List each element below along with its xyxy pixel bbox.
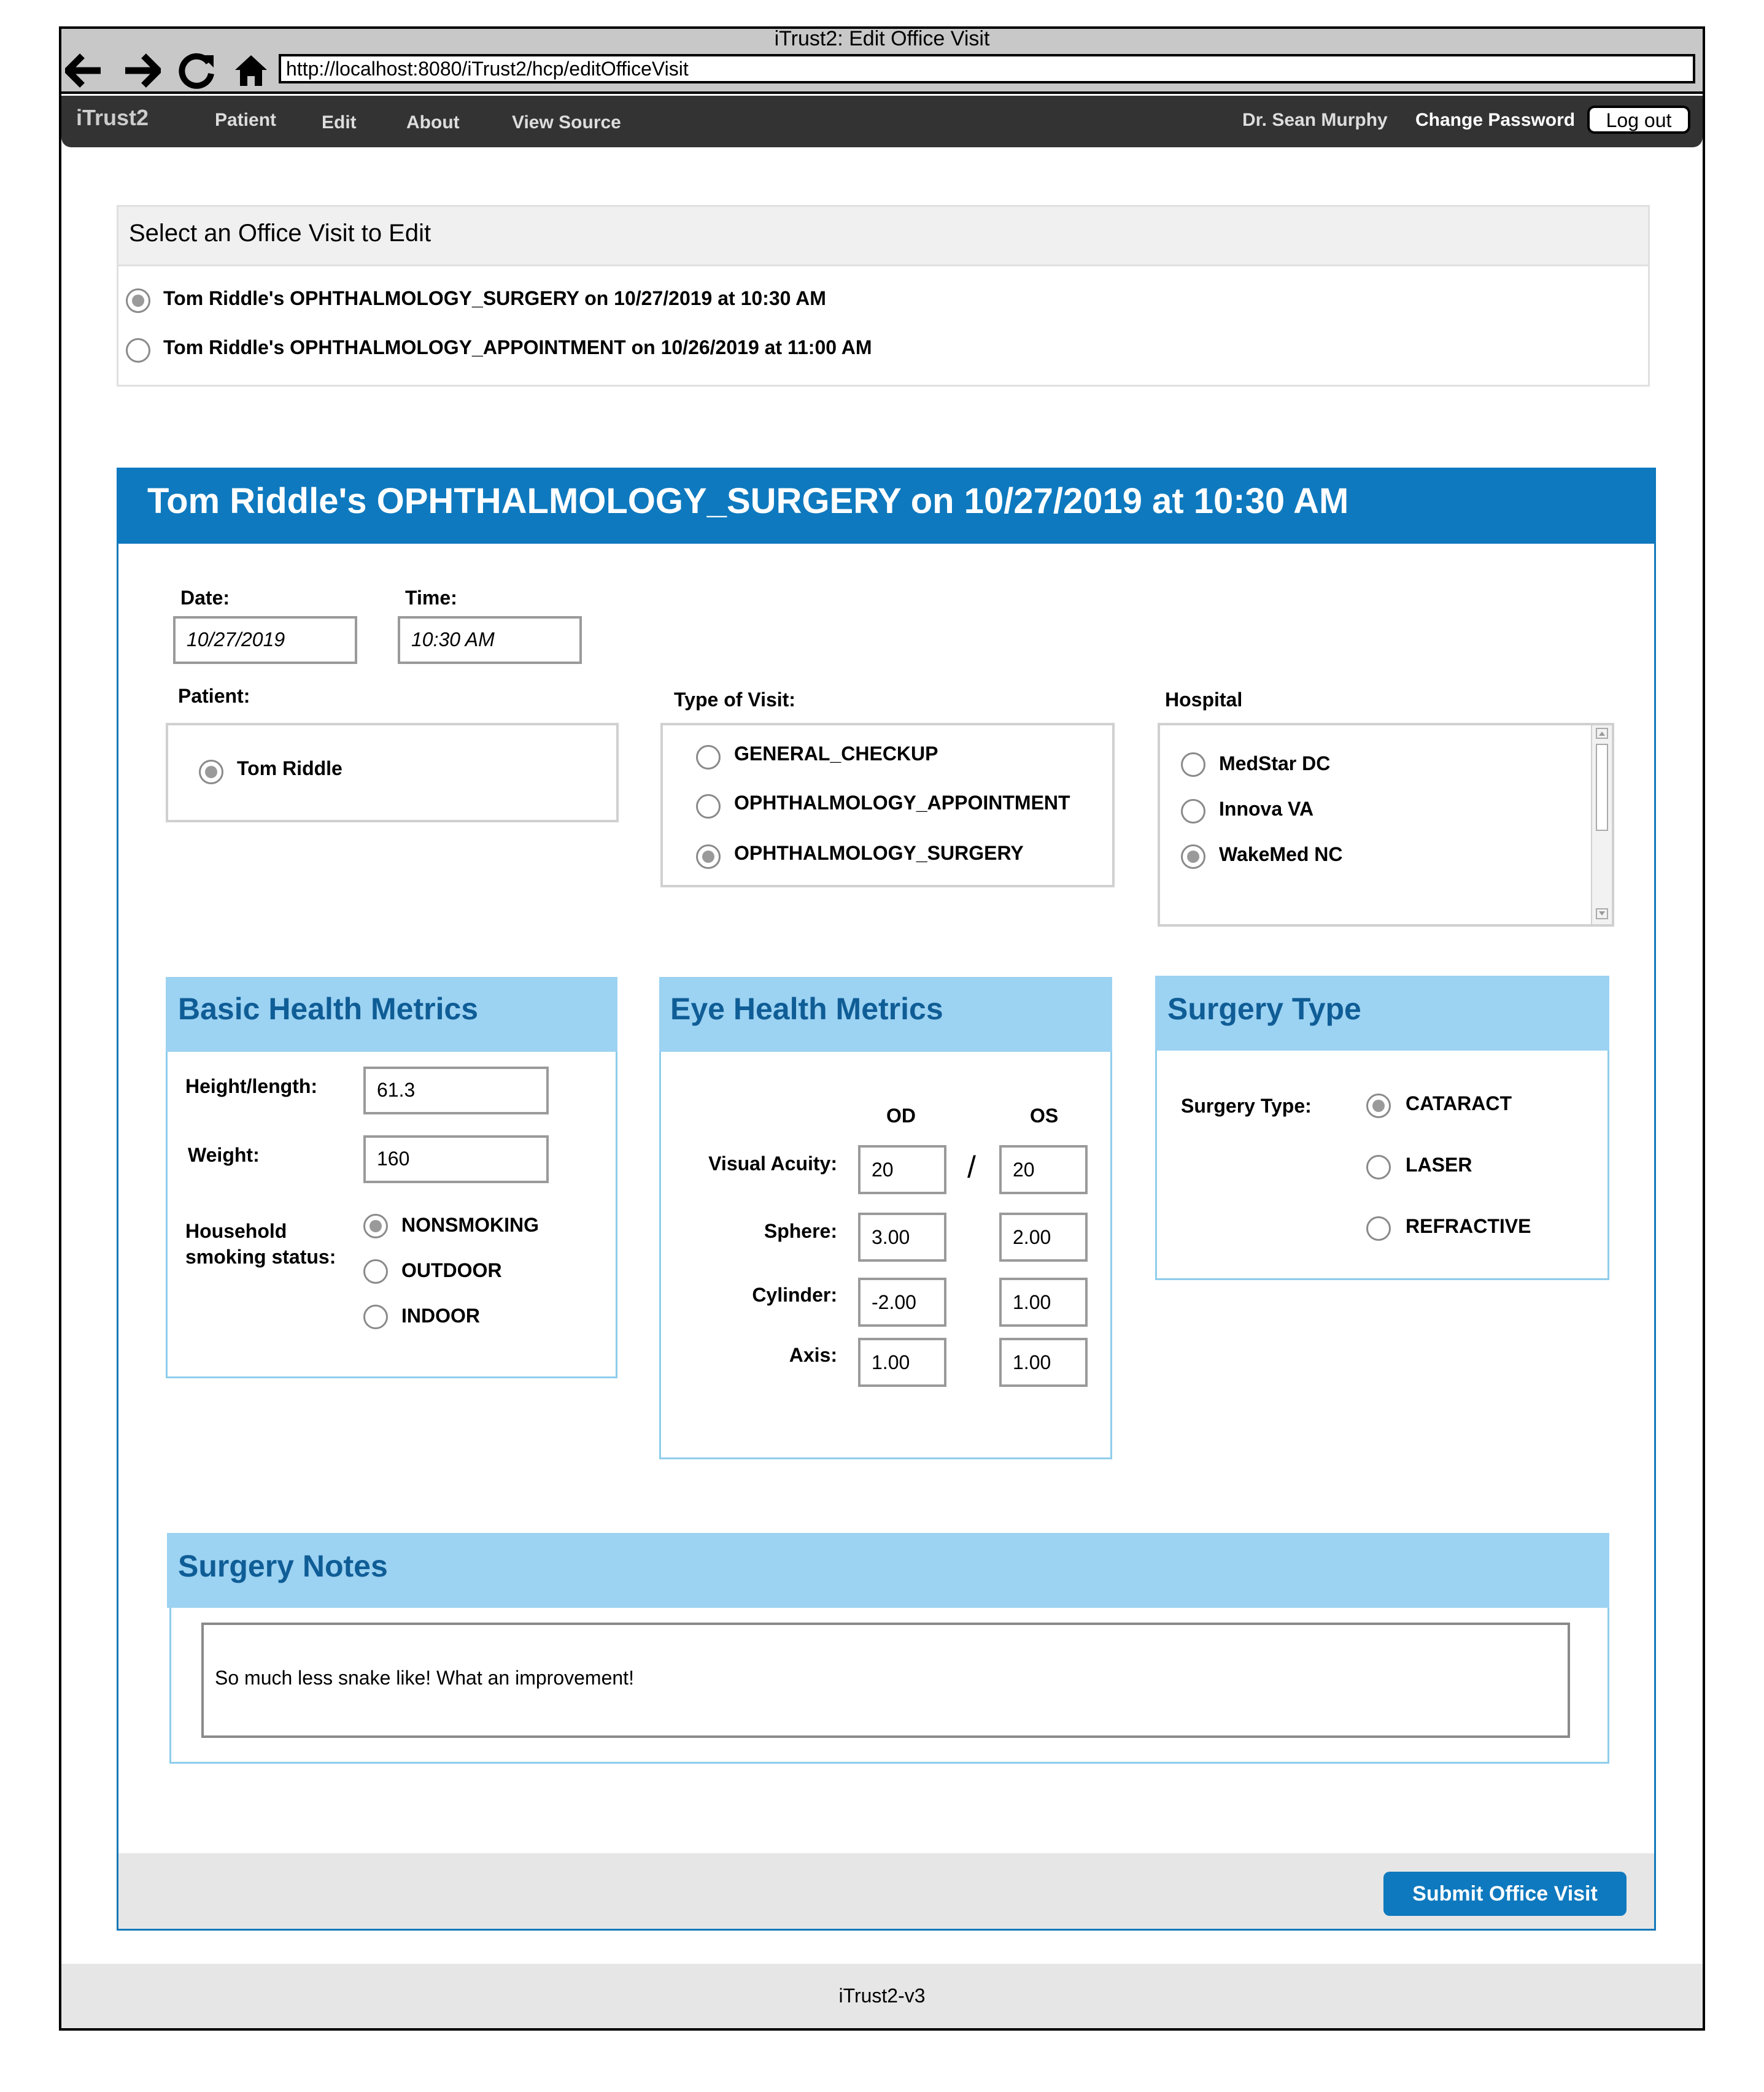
nav-item-edit[interactable]: Edit: [322, 110, 357, 135]
sphere-os-input[interactable]: 2.00: [999, 1213, 1088, 1262]
surgery-option-label[interactable]: CATARACT: [1406, 1091, 1512, 1116]
surgery-type-label: Surgery Type:: [1181, 1095, 1312, 1117]
surgery-radio-laser[interactable]: [1366, 1155, 1391, 1179]
nav-item-about[interactable]: About: [406, 110, 460, 135]
surgery-option-label[interactable]: LASER: [1406, 1152, 1472, 1177]
surgery-radio-cataract[interactable]: [1366, 1094, 1391, 1118]
height-label: Height/length:: [185, 1075, 318, 1097]
brand-logo[interactable]: iTrust2: [76, 106, 149, 130]
weight-label: Weight:: [188, 1144, 260, 1166]
hospital-scrollbar[interactable]: [1591, 725, 1612, 924]
surgery-option-label[interactable]: REFRACTIVE: [1406, 1214, 1531, 1238]
scroll-up-icon[interactable]: [1596, 728, 1608, 739]
smoking-radio-nonsmoking[interactable]: [363, 1214, 388, 1238]
submit-office-visit-button[interactable]: Submit Office Visit: [1383, 1872, 1627, 1916]
hospital-option-label[interactable]: MedStar DC: [1219, 751, 1330, 776]
footer-version: iTrust2-v3: [838, 1985, 926, 2007]
height-input[interactable]: 61.3: [363, 1067, 549, 1114]
forward-arrow-icon[interactable]: [120, 49, 163, 92]
smoking-option-label[interactable]: OUTDOOR: [401, 1258, 502, 1283]
smoking-option-label[interactable]: INDOOR: [401, 1303, 480, 1328]
os-header: OS: [1030, 1105, 1059, 1127]
logout-button[interactable]: Log out: [1587, 106, 1690, 134]
smoking-radio-outdoor[interactable]: [363, 1259, 388, 1284]
nav-item-patient[interactable]: Patient: [215, 108, 276, 133]
hospital-label: Hospital: [1165, 689, 1243, 711]
date-input[interactable]: 10/27/2019: [173, 616, 357, 664]
smoking-label-line1: Household: [185, 1220, 287, 1242]
time-label: Time:: [405, 587, 457, 609]
visit-title: Tom Riddle's OPHTHALMOLOGY_SURGERY on 10…: [147, 481, 1349, 521]
visit-option-label[interactable]: Tom Riddle's OPHTHALMOLOGY_SURGERY on 10…: [163, 286, 826, 311]
hospital-option-label[interactable]: Innova VA: [1219, 797, 1313, 821]
surgery-notes-title: Surgery Notes: [178, 1549, 388, 1583]
type-option-label[interactable]: OPHTHALMOLOGY_APPOINTMENT: [734, 790, 1070, 815]
axis-od-input[interactable]: 1.00: [858, 1338, 946, 1387]
type-radio-oph-appointment[interactable]: [696, 794, 721, 819]
eye-health-metrics-title: Eye Health Metrics: [670, 992, 943, 1026]
change-password-link[interactable]: Change Password: [1415, 108, 1575, 133]
visit-option-label[interactable]: Tom Riddle's OPHTHALMOLOGY_APPOINTMENT o…: [163, 335, 872, 360]
url-bar[interactable]: http://localhost:8080/iTrust2/hcp/editOf…: [279, 54, 1695, 83]
reload-icon[interactable]: [176, 49, 219, 92]
user-name: Dr. Sean Murphy: [1242, 110, 1388, 130]
type-option-label[interactable]: GENERAL_CHECKUP: [734, 741, 938, 766]
axis-label: Axis:: [789, 1344, 837, 1366]
weight-input[interactable]: 160: [363, 1135, 549, 1183]
type-radio-oph-surgery[interactable]: [696, 844, 721, 869]
cylinder-label: Cylinder:: [752, 1284, 837, 1306]
patient-label: Patient:: [178, 685, 250, 707]
smoking-label-line2: smoking status:: [185, 1246, 336, 1268]
patient-name[interactable]: Tom Riddle: [237, 756, 342, 781]
home-icon[interactable]: [230, 49, 273, 92]
axis-os-input[interactable]: 1.00: [999, 1338, 1088, 1387]
window-title: iTrust2: Edit Office Visit: [774, 27, 990, 50]
time-input[interactable]: 10:30 AM: [398, 616, 582, 664]
scroll-down-icon[interactable]: [1596, 908, 1608, 919]
surgery-type-title: Surgery Type: [1167, 992, 1361, 1026]
od-header: OD: [886, 1105, 916, 1127]
patient-radio[interactable]: [199, 760, 223, 784]
cylinder-os-input[interactable]: 1.00: [999, 1278, 1088, 1327]
type-radio-general[interactable]: [696, 745, 721, 770]
visual-acuity-label: Visual Acuity:: [708, 1152, 837, 1175]
basic-health-metrics-title: Basic Health Metrics: [178, 992, 479, 1026]
select-visit-title: Select an Office Visit to Edit: [129, 220, 431, 247]
sphere-od-input[interactable]: 3.00: [858, 1213, 946, 1262]
patient-box: [166, 723, 619, 822]
visit-radio-appointment[interactable]: [126, 338, 150, 363]
scroll-thumb[interactable]: [1596, 744, 1608, 831]
back-arrow-icon[interactable]: [63, 49, 106, 92]
hospital-radio-innova[interactable]: [1181, 799, 1205, 824]
hospital-option-label[interactable]: WakeMed NC: [1219, 842, 1343, 867]
visit-radio-surgery[interactable]: [126, 288, 150, 313]
nav-item-view-source[interactable]: View Source: [512, 110, 621, 135]
type-of-visit-label: Type of Visit:: [674, 689, 795, 711]
acuity-separator: /: [967, 1150, 976, 1184]
visual-acuity-od-input[interactable]: 20: [858, 1145, 946, 1194]
visual-acuity-os-input[interactable]: 20: [999, 1145, 1088, 1194]
smoking-radio-indoor[interactable]: [363, 1305, 388, 1329]
surgery-radio-refractive[interactable]: [1366, 1216, 1391, 1241]
smoking-option-label[interactable]: NONSMOKING: [401, 1213, 539, 1237]
type-option-label[interactable]: OPHTHALMOLOGY_SURGERY: [734, 841, 1024, 865]
surgery-notes-textarea[interactable]: So much less snake like! What an improve…: [201, 1623, 1570, 1738]
date-label: Date:: [180, 587, 230, 609]
hospital-radio-wakemed[interactable]: [1181, 844, 1205, 869]
hospital-radio-medstar[interactable]: [1181, 752, 1205, 777]
sphere-label: Sphere:: [764, 1220, 837, 1242]
cylinder-od-input[interactable]: -2.00: [858, 1278, 946, 1327]
